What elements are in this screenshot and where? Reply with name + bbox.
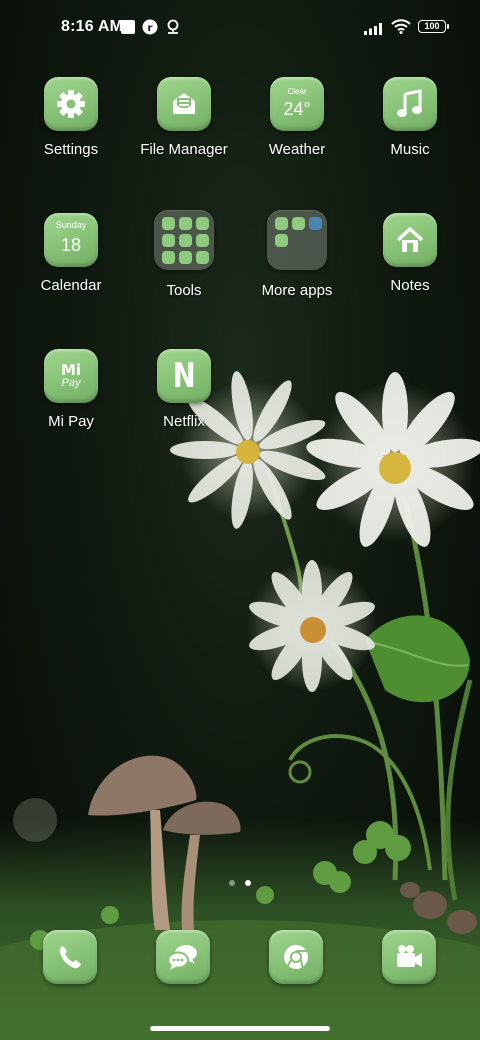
mini-app-icon (292, 217, 305, 230)
app-mi-pay[interactable]: Mi Pay Mi Pay (15, 349, 127, 430)
app-label: Notes (390, 277, 430, 294)
page-indicator-dot[interactable] (229, 880, 235, 886)
app-label: Calendar (40, 277, 102, 294)
app-label: Weather (268, 141, 326, 158)
notification-square-icon (121, 20, 135, 39)
mini-app-icon (196, 217, 209, 230)
app-weather[interactable]: Clear 24° Weather (241, 77, 353, 158)
folder-icon (267, 210, 327, 270)
mini-app-icon (196, 251, 209, 264)
weather-condition: Clear (287, 87, 307, 96)
gear-icon (44, 77, 98, 131)
mini-app-icon (196, 234, 209, 247)
app-folder-tools[interactable]: Tools (128, 210, 240, 299)
mini-app-icon (162, 234, 175, 247)
svg-text:r: r (148, 23, 153, 34)
mini-app-icon (275, 234, 288, 247)
wifi-icon (391, 18, 411, 39)
mi-pay-icon: Mi Pay (44, 349, 98, 403)
app-label: Mi Pay (48, 413, 94, 430)
chat-bubbles-icon (156, 930, 210, 984)
dock-messages[interactable] (156, 930, 210, 984)
phone-icon (43, 930, 97, 984)
calendar-icon: Sunday 18 (44, 213, 98, 267)
app-file-manager[interactable]: File Manager (128, 77, 240, 158)
app-folder-more-apps[interactable]: More apps (241, 210, 353, 299)
mini-app-icon (162, 217, 175, 230)
gesture-nav-bar[interactable] (150, 1026, 330, 1031)
mi-pay-brand-top: Mi (60, 361, 82, 379)
app-label: Settings (43, 141, 99, 158)
location-pin-icon (166, 19, 180, 40)
dock-browser[interactable] (269, 930, 323, 984)
status-bar: 8:16 AM r 100 (0, 0, 480, 56)
weather-temperature: 24° (283, 99, 311, 119)
dock-phone[interactable] (43, 930, 97, 984)
mini-app-icon (162, 251, 175, 264)
envelope-tray-icon (157, 77, 211, 131)
chrome-icon (269, 930, 323, 984)
mini-app-icon (179, 217, 192, 230)
calendar-date: 18 (60, 235, 82, 255)
app-netflix[interactable]: N Netflix (128, 349, 240, 430)
app-label: Music (390, 141, 430, 158)
calendar-day: Sunday (55, 220, 87, 230)
mini-app-icon (179, 234, 192, 247)
app-music[interactable]: Music (354, 77, 466, 158)
netflix-letter: N (172, 356, 196, 396)
app-label: More apps (261, 282, 333, 299)
app-settings[interactable]: Settings (15, 77, 127, 158)
dock-camera[interactable] (382, 930, 436, 984)
app-label: Netflix (163, 413, 205, 430)
folder-icon (154, 210, 214, 270)
mi-pay-brand-bottom: Pay (61, 377, 81, 389)
house-icon (383, 213, 437, 267)
app-label: Tools (166, 282, 202, 299)
netflix-icon: N (157, 349, 211, 403)
signal-icon (364, 21, 386, 40)
video-camera-icon (382, 930, 436, 984)
music-note-icon (383, 77, 437, 131)
app-notes[interactable]: Notes (354, 213, 466, 294)
notification-app-icon: r (142, 19, 158, 40)
mini-app-icon (309, 217, 322, 230)
weather-icon: Clear 24° (270, 77, 324, 131)
app-label: File Manager (140, 141, 228, 158)
app-calendar[interactable]: Sunday 18 Calendar (15, 213, 127, 294)
page-indicator-dot-active[interactable] (245, 880, 251, 886)
status-time: 8:16 AM (61, 18, 124, 35)
mini-app-icon (179, 251, 192, 264)
mini-app-icon (275, 217, 288, 230)
battery-indicator: 100 (418, 20, 449, 33)
